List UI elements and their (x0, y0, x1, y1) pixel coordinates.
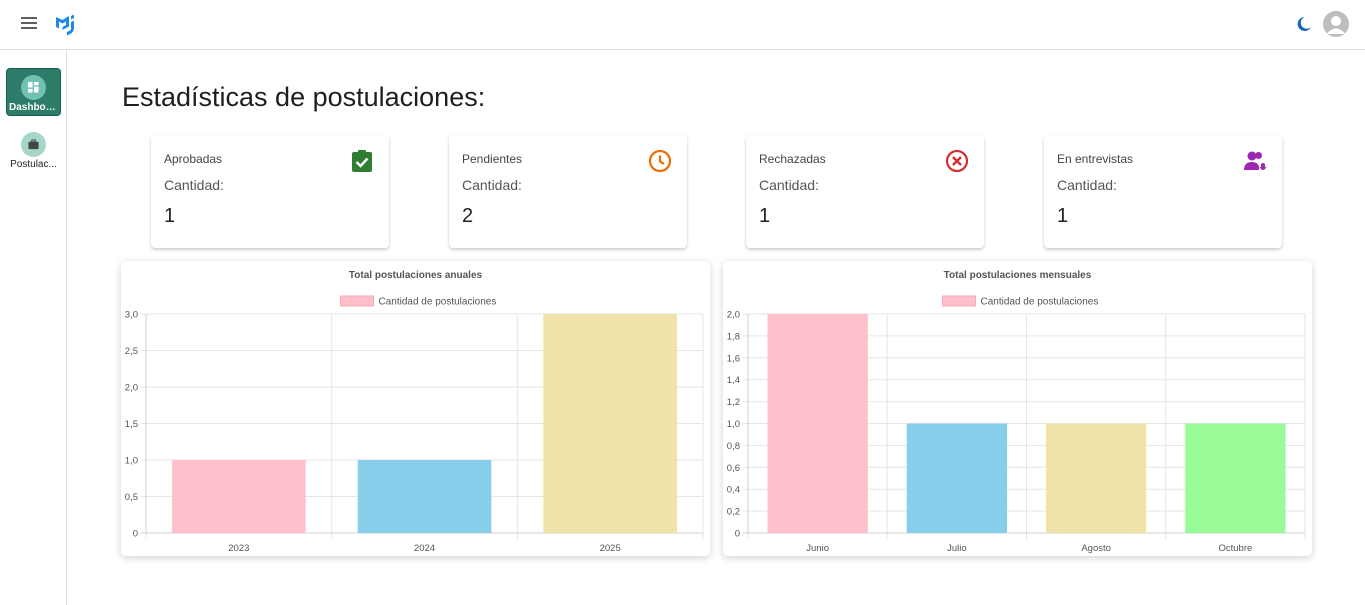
sidebar-item-postulaciones[interactable]: Postulac... (6, 126, 61, 174)
briefcase-icon (21, 132, 46, 157)
bar-2025 (543, 314, 678, 533)
top-app-bar (0, 0, 1365, 50)
bar-julio (906, 423, 1008, 533)
dashboard-icon (21, 75, 46, 100)
monthly-bar-chart: Total postulaciones mensuales Cantidad de… (727, 270, 1306, 554)
y-tick-label: 1,4 (727, 375, 740, 386)
sidebar-item-dashboard[interactable]: Dashboo... (6, 68, 61, 116)
y-tick-label: 2,5 (125, 346, 138, 357)
mui-logo-icon[interactable] (54, 12, 80, 36)
y-tick-label: 2,0 (727, 310, 740, 321)
x-tick-label: Octubre (1218, 543, 1252, 554)
stat-card-aprobadas: Aprobadas Cantidad: 1 (151, 135, 389, 248)
clock-icon (648, 149, 672, 173)
y-tick-label: 2,0 (125, 383, 138, 394)
card-subtitle: Cantidad: (164, 177, 224, 193)
x-tick-label: 2023 (228, 543, 249, 554)
y-tick-label: 0,6 (727, 463, 740, 474)
x-tick-label: 2025 (600, 543, 621, 554)
y-tick-label: 1,0 (125, 456, 138, 467)
card-title: Aprobadas (164, 152, 223, 166)
card-title: En entrevistas (1057, 152, 1134, 166)
chart-card-anual: Total postulaciones anuales Cantidad de p… (121, 261, 710, 556)
cancel-circle-icon (945, 149, 969, 173)
page-title: Estadísticas de postulaciones: (122, 82, 486, 112)
stat-card-rechazadas: Rechazadas Cantidad: 1 (746, 135, 984, 248)
record-voice-icon (1244, 151, 1267, 170)
y-tick-label: 1,6 (727, 353, 740, 364)
y-tick-label: 0 (735, 529, 740, 540)
y-tick-label: 3,0 (125, 310, 138, 321)
y-tick-label: 0,8 (727, 441, 740, 452)
legend-swatch (340, 295, 374, 307)
chart-title: Total postulaciones anuales (349, 270, 483, 281)
x-tick-label: Junio (806, 543, 829, 554)
menu-icon[interactable] (18, 14, 40, 36)
bar-octubre (1185, 423, 1286, 533)
stat-card-entrevistas: En entrevistas Cantidad: 1 (1044, 135, 1282, 248)
sidebar-item-label: Postulac... (10, 159, 57, 170)
card-subtitle: Cantidad: (462, 177, 522, 193)
y-tick-label: 0,2 (727, 507, 740, 518)
card-subtitle: Cantidad: (759, 177, 819, 193)
x-tick-label: Julio (947, 543, 967, 554)
x-tick-label: 2024 (414, 543, 435, 554)
y-tick-label: 1,2 (727, 397, 740, 408)
y-tick-label: 0,5 (125, 492, 138, 503)
card-value: 2 (462, 205, 474, 227)
chart-title: Total postulaciones mensuales (944, 270, 1092, 281)
card-value: 1 (164, 205, 176, 227)
sidebar-item-label: Dashboo... (9, 102, 60, 113)
annual-bar-chart: Total postulaciones anuales Cantidad de p… (125, 270, 704, 554)
card-subtitle: Cantidad: (1057, 177, 1117, 193)
bar-agosto (1045, 423, 1147, 533)
y-tick-label: 0,4 (727, 485, 740, 496)
y-tick-label: 1,8 (727, 331, 740, 342)
clipboard-check-icon (352, 150, 372, 172)
bar-2024 (357, 460, 492, 533)
y-tick-label: 1,5 (125, 419, 138, 430)
x-tick-label: Agosto (1081, 543, 1111, 554)
legend-label: Cantidad de postulaciones (981, 297, 1099, 308)
card-value: 1 (759, 205, 771, 227)
card-value: 1 (1057, 205, 1069, 227)
sidebar: Dashboo... Postulac... (0, 50, 67, 605)
account-icon[interactable] (1323, 11, 1349, 37)
chart-card-mensual: Total postulaciones mensuales Cantidad de… (723, 261, 1312, 556)
card-title: Pendientes (462, 152, 523, 166)
y-tick-label: 0 (133, 529, 138, 540)
y-tick-label: 1,0 (727, 419, 740, 430)
legend-swatch (942, 295, 976, 307)
card-title: Rechazadas (759, 152, 826, 166)
bar-2023 (171, 460, 306, 533)
stat-card-pendientes: Pendientes Cantidad: 2 (449, 135, 687, 248)
legend-label: Cantidad de postulaciones (379, 297, 497, 308)
moon-icon[interactable] (1294, 14, 1314, 34)
bar-junio (767, 314, 868, 533)
